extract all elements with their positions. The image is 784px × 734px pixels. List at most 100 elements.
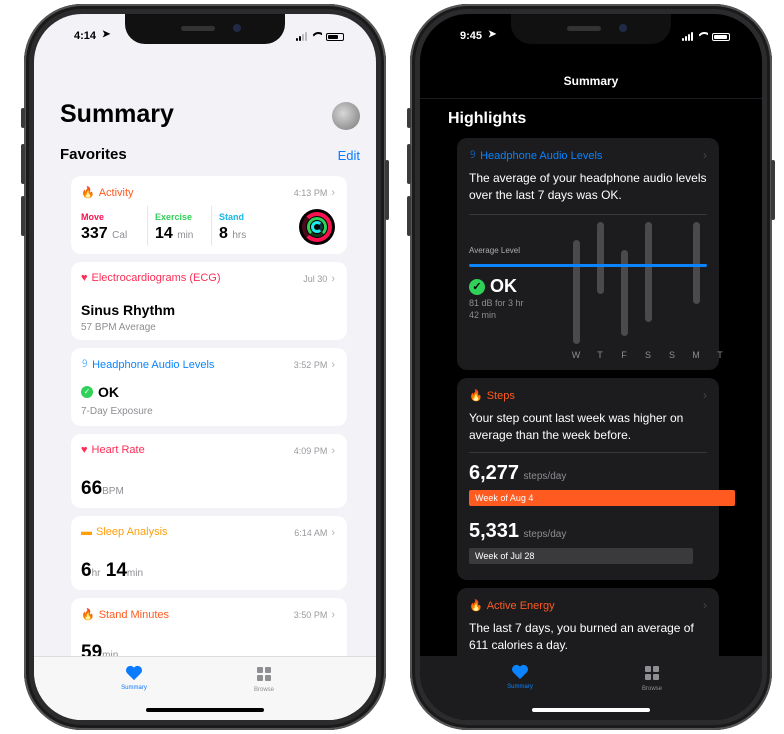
day-label: S — [644, 350, 651, 360]
highlights-heading: Highlights — [448, 110, 527, 127]
level-bar — [621, 250, 628, 336]
checkmark-icon: ✓ — [469, 278, 485, 295]
tab-browse-label: Browse — [253, 687, 274, 693]
tab-summary-label: Summary — [121, 685, 147, 691]
level-bar — [573, 240, 580, 344]
audio-sub: 7-Day Exposure — [81, 406, 153, 417]
activity-time: 4:13 PM — [293, 188, 328, 198]
level-bar — [693, 222, 700, 304]
audio-label: Headphone Audio Levels — [92, 358, 215, 371]
day-label: T — [717, 350, 723, 360]
steps-highlight-card[interactable]: 🔥 Steps › Your step count last week was … — [457, 378, 735, 580]
tab-summary[interactable]: Summary — [104, 665, 164, 691]
day-label: T — [597, 350, 603, 360]
signal-icon — [682, 32, 693, 41]
favorites-heading: Favorites — [60, 146, 127, 163]
light-summary-screen: 4:14 ➤ Summary Favorites Edit 🔥 Activity… — [34, 14, 376, 720]
left-phone: 4:14 ➤ Summary Favorites Edit 🔥 Activity… — [21, 4, 389, 730]
steps-text: Your step count last week was higher on … — [469, 411, 684, 442]
heart-icon — [512, 664, 528, 680]
battery-icon — [326, 32, 344, 41]
audio-card[interactable]: 𝟿 Headphone Audio Levels 3:52 PM › ✓ OK 7… — [71, 348, 347, 426]
notch — [511, 14, 671, 44]
heart-value: 66 — [81, 478, 103, 499]
exercise-unit: min — [177, 230, 194, 241]
chevron-right-icon: › — [331, 445, 335, 457]
move-value: 337 — [81, 225, 108, 242]
audio-highlight-text: The average of your headphone audio leve… — [469, 171, 707, 202]
ear-icon: 𝟿 — [469, 149, 477, 161]
heart-rate-card[interactable]: ♥ Heart Rate 4:09 PM › 66BPM — [71, 434, 347, 508]
steps-this-week-value: 6,277 — [469, 462, 520, 484]
grid-icon — [257, 667, 271, 681]
level-bar — [597, 222, 604, 294]
exercise-label: Exercise — [155, 212, 193, 222]
activity-card[interactable]: 🔥 Activity 4:13 PM › Move 337 Cal Exercis… — [71, 176, 347, 254]
flame-icon: 🔥 — [469, 600, 483, 612]
flame-icon: 🔥 — [81, 187, 95, 199]
audio-highlight-card[interactable]: 𝟿 Headphone Audio Levels › The average o… — [457, 138, 723, 370]
home-indicator — [146, 708, 264, 712]
active-energy-label: Active Energy — [486, 599, 555, 612]
avatar[interactable] — [332, 102, 360, 130]
status-time: 9:45 — [460, 30, 483, 42]
level-bar — [645, 222, 652, 322]
sleep-time: 6:14 AM — [294, 528, 328, 538]
active-energy-text: The last 7 days, you burned an average o… — [469, 621, 694, 652]
activity-rings-icon — [299, 209, 335, 245]
wifi-icon — [697, 32, 708, 41]
audio-value: OK — [98, 384, 119, 400]
steps-last-week-unit: steps/day — [523, 529, 567, 540]
chevron-right-icon: › — [331, 359, 335, 371]
audio-sub-1: 81 dB for 3 hr — [469, 298, 524, 308]
wifi-icon — [311, 32, 322, 41]
tab-browse[interactable]: Browse — [234, 665, 294, 693]
exercise-value: 14 — [155, 225, 173, 242]
stand-minutes-time: 3:50 PM — [293, 610, 328, 620]
sleep-label: Sleep Analysis — [96, 526, 168, 538]
tab-browse-label: Browse — [641, 686, 662, 692]
signal-icon — [296, 32, 307, 41]
chevron-right-icon: › — [703, 598, 707, 612]
ear-icon: 𝟿 — [81, 358, 89, 370]
move-unit: Cal — [112, 230, 128, 241]
sleep-card[interactable]: ▬ Sleep Analysis 6:14 AM › 6hr 14min — [71, 516, 347, 590]
tab-browse[interactable]: Browse — [622, 664, 682, 692]
edit-button[interactable]: Edit — [338, 148, 360, 163]
move-label: Move — [81, 212, 105, 222]
stand-minutes-label: Stand Minutes — [98, 608, 170, 621]
heart-icon: ♥ — [81, 272, 88, 284]
status-time: 4:14 — [74, 30, 97, 42]
stand-unit: hrs — [232, 230, 247, 241]
audio-sub-2: 42 min — [469, 310, 497, 320]
heart-label: Heart Rate — [91, 444, 145, 456]
heart-time: 4:09 PM — [293, 446, 328, 456]
week-jul28-bar: Week of Jul 28 — [469, 548, 693, 564]
ecg-time: Jul 30 — [303, 274, 328, 284]
right-phone: 9:45 ➤ Summary Highlights 𝟿 Headphone Au… — [407, 4, 775, 730]
tab-summary[interactable]: Summary — [490, 664, 550, 690]
page-title: Summary — [60, 100, 174, 128]
audio-highlight-label: Headphone Audio Levels — [480, 149, 603, 162]
stand-value: 8 — [219, 225, 228, 242]
ecg-card[interactable]: ♥ Electrocardiograms (ECG) Jul 30 › Sinus… — [71, 262, 347, 340]
heart-icon: ♥ — [81, 444, 88, 456]
steps-last-week-value: 5,331 — [469, 520, 520, 542]
home-indicator — [532, 708, 650, 712]
steps-this-week-unit: steps/day — [523, 471, 567, 482]
day-label: S — [668, 350, 675, 360]
day-label: W — [571, 350, 581, 360]
average-level-line — [469, 264, 707, 267]
chevron-right-icon: › — [331, 273, 335, 285]
sleep-hours-unit: hr — [91, 568, 101, 579]
activity-label: Activity — [98, 186, 134, 199]
chevron-right-icon: › — [331, 187, 335, 199]
stand-label: Stand — [219, 212, 245, 222]
heart-icon — [126, 665, 142, 681]
day-label: F — [621, 350, 627, 360]
location-arrow-icon: ➤ — [102, 29, 111, 40]
flame-icon: 🔥 — [469, 390, 483, 402]
grid-icon — [645, 666, 659, 680]
dark-summary-screen: 9:45 ➤ Summary Highlights 𝟿 Headphone Au… — [420, 14, 762, 720]
bed-icon: ▬ — [81, 526, 92, 538]
